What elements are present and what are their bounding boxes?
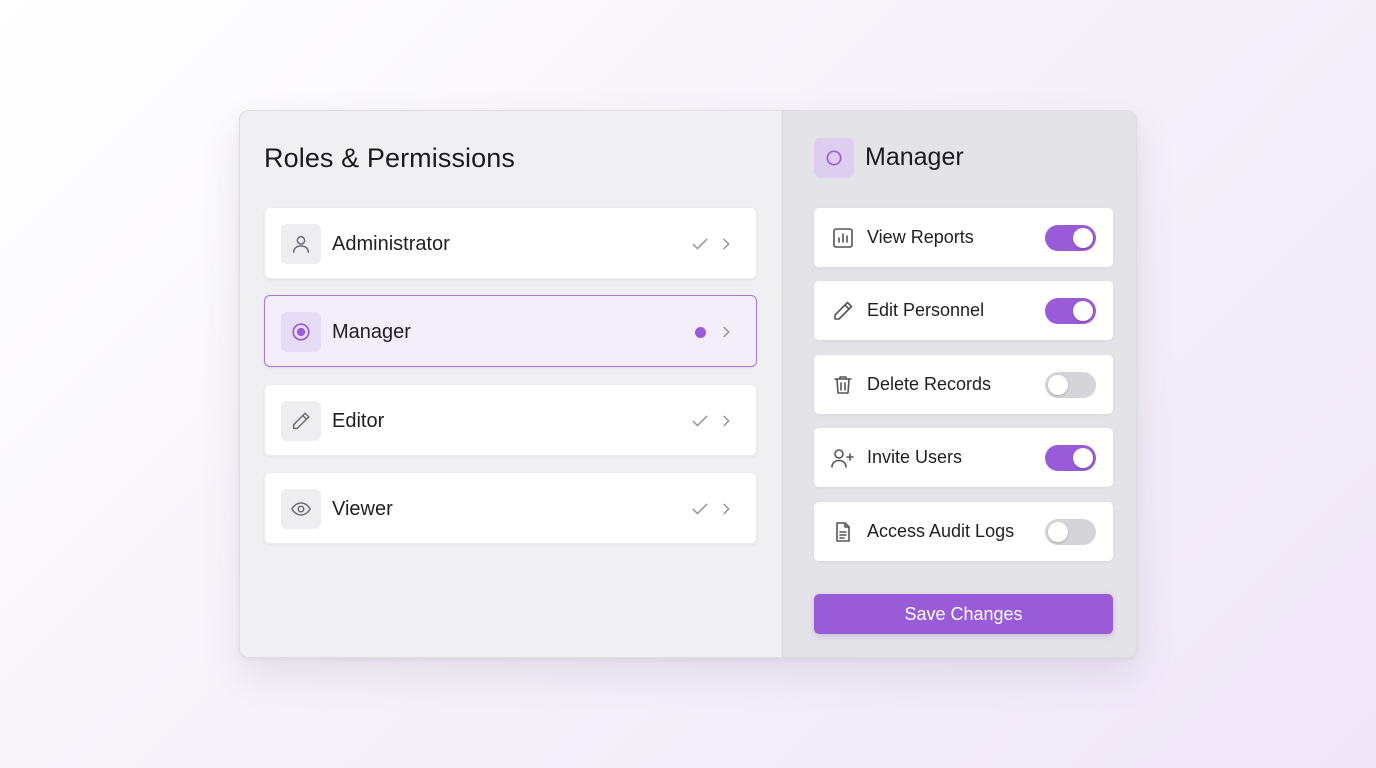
permission-label: Access Audit Logs [867, 521, 1015, 541]
user-icon [281, 224, 321, 264]
radio-icon [281, 312, 321, 352]
roles-permissions-card: Roles & Permissions Administrator Manage… [239, 110, 1137, 658]
permission-access-audit-logs: Access Audit Logs [814, 502, 1113, 561]
delete-records-toggle[interactable] [1045, 372, 1096, 398]
permission-invite-users: Invite Users [814, 428, 1113, 487]
role-item-administrator[interactable]: Administrator [264, 207, 757, 279]
permission-label: Delete Records [867, 374, 992, 394]
pencil-icon [281, 401, 321, 441]
invite-users-toggle[interactable] [1045, 445, 1096, 471]
role-item-manager[interactable]: Manager [264, 295, 757, 367]
document-icon [830, 519, 856, 545]
save-changes-button[interactable]: Save Changes [814, 594, 1113, 634]
eye-icon [281, 489, 321, 529]
permission-edit-personnel: Edit Personnel [814, 281, 1113, 340]
trash-icon [830, 372, 856, 398]
check-icon [690, 411, 710, 431]
edit-personnel-toggle[interactable] [1045, 298, 1096, 324]
permission-view-reports: View Reports [814, 208, 1113, 267]
chevron-right-icon [716, 322, 736, 342]
roles-panel: Roles & Permissions Administrator Manage… [240, 111, 782, 657]
permission-label: View Reports [867, 227, 974, 247]
permission-label: Edit Personnel [867, 300, 985, 320]
role-detail-title: Manager [865, 143, 964, 171]
role-label: Editor [332, 410, 385, 432]
permission-label: Invite Users [867, 447, 963, 467]
chevron-right-icon [716, 411, 736, 431]
permission-delete-records: Delete Records [814, 355, 1113, 414]
role-label: Administrator [332, 233, 450, 255]
role-item-editor[interactable]: Editor [264, 384, 757, 456]
check-icon [690, 499, 710, 519]
chevron-right-icon [716, 234, 736, 254]
role-label: Viewer [332, 498, 393, 520]
check-icon [690, 234, 710, 254]
circle-icon [814, 138, 854, 178]
chevron-right-icon [716, 499, 736, 519]
bar-chart-icon [830, 225, 856, 251]
role-detail-panel: Manager View Reports Edit Personnel Dele… [782, 111, 1136, 657]
user-plus-icon [830, 445, 856, 471]
role-item-viewer[interactable]: Viewer [264, 472, 757, 544]
view-reports-toggle[interactable] [1045, 225, 1096, 251]
active-dot-icon [690, 322, 710, 342]
access-audit-logs-toggle[interactable] [1045, 519, 1096, 545]
pencil-icon [830, 298, 856, 324]
page-title: Roles & Permissions [264, 143, 515, 173]
role-label: Manager [332, 321, 411, 343]
